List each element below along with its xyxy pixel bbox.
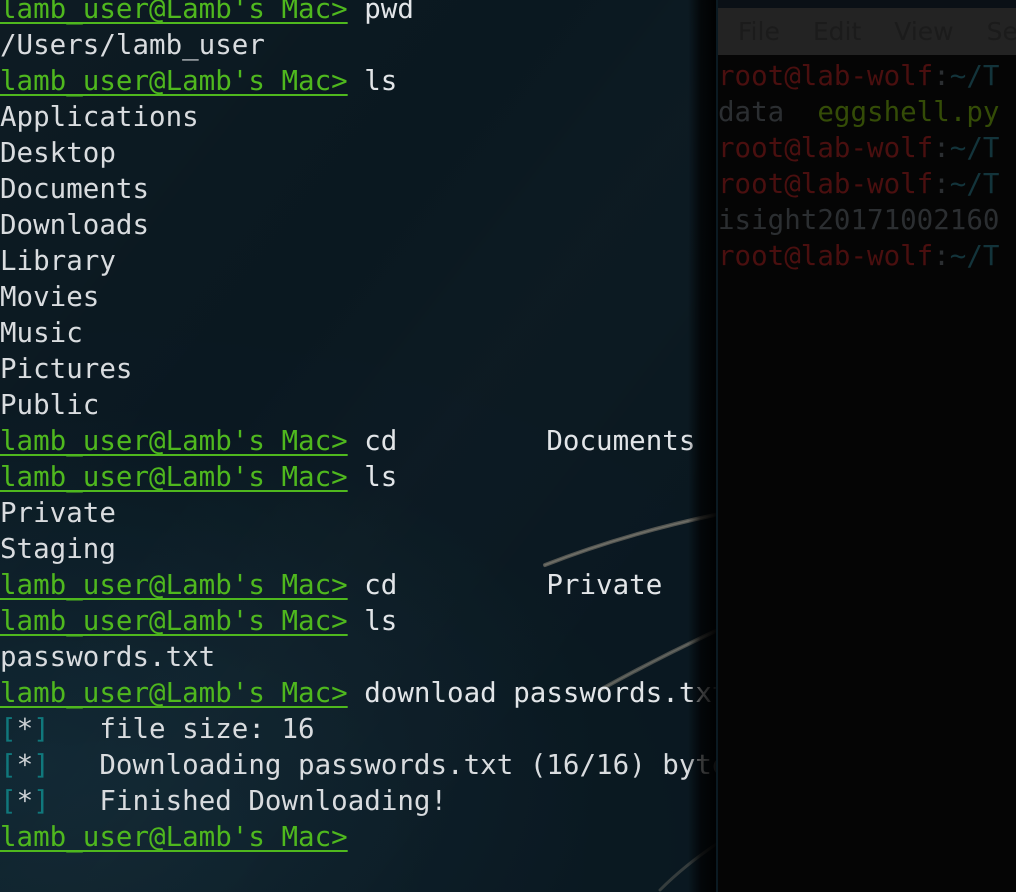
- shell-command: ls: [347, 461, 398, 493]
- shell-prompt-separator: :: [933, 132, 950, 164]
- status-star-icon: *: [16, 749, 34, 781]
- terminal-line: [*] Downloading passwords.txt (16/16) by…: [0, 747, 716, 783]
- shell-command: ls: [347, 65, 398, 97]
- terminal-line: data eggshell.py: [718, 94, 1016, 130]
- window-titlebar-strip: [718, 0, 1016, 8]
- status-message: Finished Downloading!: [49, 785, 448, 817]
- right-terminal-menubar[interactable]: File Edit View Se: [718, 8, 1016, 55]
- status-message: Downloading passwords.txt (16/16) bytes: [49, 749, 716, 781]
- shell-prompt-separator: :: [933, 240, 950, 272]
- shell-prompt-user-host: root@lab-wolf: [718, 240, 934, 272]
- shell-prompt: lamb_user@Lamb's Mac>: [0, 425, 348, 457]
- terminal-line: lamb_user@Lamb's Mac> ls: [0, 63, 716, 99]
- command-output: isight20171002160: [718, 204, 1000, 236]
- terminal-line: lamb_user@Lamb's Mac> download passwords…: [0, 675, 716, 711]
- shell-command: cd Private: [347, 569, 663, 601]
- terminal-line: Documents: [0, 171, 716, 207]
- terminal-line: lamb_user@Lamb's Mac>: [0, 819, 716, 855]
- status-star-icon: *: [16, 713, 34, 745]
- command-output: Downloads: [0, 209, 150, 241]
- menu-item-edit[interactable]: Edit: [813, 17, 861, 46]
- shell-prompt-separator: :: [933, 60, 950, 92]
- shell-prompt: lamb_user@Lamb's Mac>: [0, 677, 348, 709]
- shell-prompt-user-host: root@lab-wolf: [718, 132, 934, 164]
- command-output: Library: [0, 245, 116, 277]
- command-output: Public: [0, 389, 100, 421]
- terminal-line: Library: [0, 243, 716, 279]
- shell-prompt: lamb_user@Lamb's Mac>: [0, 0, 348, 25]
- terminal-line: lamb_user@Lamb's Mac> ls: [0, 603, 716, 639]
- status-bracket-close: ]: [33, 713, 50, 745]
- status-bracket-open: [: [0, 785, 17, 817]
- shell-command: pwd: [347, 0, 414, 25]
- shell-prompt-path: ~/T: [949, 60, 1000, 92]
- terminal-line: root@lab-wolf:~/T: [718, 166, 1016, 202]
- command-output: Music: [0, 317, 83, 349]
- command-output: Desktop: [0, 137, 116, 169]
- screen: lamb_user@Lamb's Mac> pwd/Users/lamb_use…: [0, 0, 1016, 892]
- menu-item-file[interactable]: File: [738, 17, 780, 46]
- terminal-line: Downloads: [0, 207, 716, 243]
- terminal-line: Staging: [0, 531, 716, 567]
- terminal-line: Pictures: [0, 351, 716, 387]
- menu-item-se[interactable]: Se: [987, 17, 1016, 46]
- terminal-line: passwords.txt: [0, 639, 716, 675]
- status-bracket-open: [: [0, 713, 17, 745]
- shell-prompt: lamb_user@Lamb's Mac>: [0, 569, 348, 601]
- shell-prompt: lamb_user@Lamb's Mac>: [0, 821, 348, 853]
- command-output: Private: [0, 497, 116, 529]
- terminal-line: Public: [0, 387, 716, 423]
- shell-prompt-path: ~/T: [949, 132, 1000, 164]
- shell-prompt: lamb_user@Lamb's Mac>: [0, 65, 348, 97]
- command-output: Applications: [0, 101, 199, 133]
- shell-prompt: lamb_user@Lamb's Mac>: [0, 461, 348, 493]
- terminal-line: lamb_user@Lamb's Mac> cd Private: [0, 567, 716, 603]
- shell-command: cd Documents: [347, 425, 696, 457]
- right-terminal-output: root@lab-wolf:~/T data eggshell.py root@la…: [718, 58, 1016, 274]
- command-output: Documents: [0, 173, 150, 205]
- command-output: /Users/lamb_user: [0, 29, 265, 61]
- command-output: Movies: [0, 281, 100, 313]
- shell-command: download passwords.txt: [347, 677, 716, 709]
- status-bracket-close: ]: [33, 749, 50, 781]
- command-output: Pictures: [0, 353, 133, 385]
- command-output: passwords.txt: [0, 641, 216, 673]
- terminal-line: Applications: [0, 99, 716, 135]
- terminal-line: Movies: [0, 279, 716, 315]
- terminal-line: root@lab-wolf:~/T: [718, 238, 1016, 274]
- shell-prompt-separator: :: [933, 168, 950, 200]
- terminal-line: lamb_user@Lamb's Mac> pwd: [0, 0, 716, 27]
- left-terminal-window[interactable]: lamb_user@Lamb's Mac> pwd/Users/lamb_use…: [0, 0, 716, 892]
- right-terminal-window[interactable]: File Edit View Se root@lab-wolf:~/T data egg…: [716, 0, 1016, 892]
- menu-item-view[interactable]: View: [894, 17, 953, 46]
- shell-prompt-user-host: root@lab-wolf: [718, 168, 934, 200]
- status-bracket-close: ]: [33, 785, 50, 817]
- terminal-line: root@lab-wolf:~/T: [718, 58, 1016, 94]
- shell-prompt-path: ~/T: [949, 168, 1000, 200]
- shell-prompt-user-host: root@lab-wolf: [718, 60, 934, 92]
- terminal-line: Desktop: [0, 135, 716, 171]
- terminal-line: lamb_user@Lamb's Mac> ls: [0, 459, 716, 495]
- terminal-line: Music: [0, 315, 716, 351]
- terminal-line: root@lab-wolf:~/T: [718, 130, 1016, 166]
- status-star-icon: *: [16, 785, 34, 817]
- left-terminal-output: lamb_user@Lamb's Mac> pwd/Users/lamb_use…: [0, 0, 716, 855]
- status-message: file size: 16: [49, 713, 315, 745]
- shell-command: ls: [347, 605, 398, 637]
- command-output: data: [718, 96, 818, 128]
- status-bracket-open: [: [0, 749, 17, 781]
- terminal-line: Private: [0, 495, 716, 531]
- terminal-line: isight20171002160: [718, 202, 1016, 238]
- output-filename-highlight: eggshell.py: [817, 96, 1000, 128]
- shell-prompt: lamb_user@Lamb's Mac>: [0, 605, 348, 637]
- terminal-line: [*] Finished Downloading!: [0, 783, 716, 819]
- terminal-line: lamb_user@Lamb's Mac> cd Documents: [0, 423, 716, 459]
- terminal-line: [*] file size: 16: [0, 711, 716, 747]
- terminal-line: /Users/lamb_user: [0, 27, 716, 63]
- shell-prompt-path: ~/T: [949, 240, 1000, 272]
- command-output: Staging: [0, 533, 116, 565]
